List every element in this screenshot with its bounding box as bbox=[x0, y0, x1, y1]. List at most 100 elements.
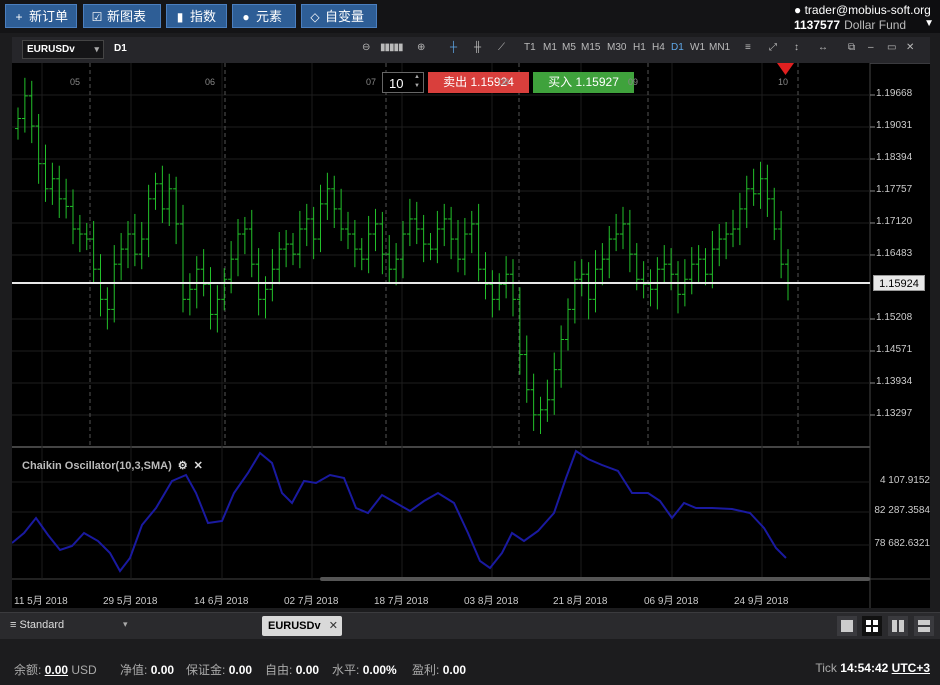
maximize-icon[interactable]: ▭ bbox=[887, 42, 896, 53]
period-label: 07 bbox=[366, 77, 377, 87]
close-indicator-icon[interactable]: ✕ bbox=[194, 460, 203, 472]
chart-window: EURUSDv ▾ D1 ⊖ ▮▮▮▮▮ ⊕ ┼ ╫ ⟋ T1 M1 M5 M15 M30… bbox=[12, 37, 930, 608]
timeframe-label: D1 bbox=[114, 43, 127, 54]
date-axis-label: 29 5月 2018 bbox=[103, 596, 158, 607]
price-axis-label: 1.13934 bbox=[876, 376, 913, 387]
account-dropdown-icon[interactable]: ▼ bbox=[924, 18, 934, 29]
equity-field: 净值: 0.00 bbox=[120, 663, 175, 677]
period-label: 06 bbox=[205, 77, 216, 87]
price-axis-label: 1.17757 bbox=[876, 183, 913, 195]
variables-button[interactable]: ◇ 自变量 bbox=[301, 4, 377, 28]
timeframe-t1[interactable]: T1 bbox=[524, 42, 536, 53]
symbol-select[interactable]: EURUSDv ▾ bbox=[22, 40, 104, 59]
date-axis-label: 06 9月 2018 bbox=[644, 596, 699, 607]
account-user: trader@mobius-soft.org bbox=[804, 3, 931, 17]
new-order-button[interactable]: + 新订单 bbox=[5, 4, 77, 28]
timeframe-w1[interactable]: W1 bbox=[690, 42, 705, 53]
price-axis-label: 1.19668 bbox=[876, 87, 913, 99]
timeframe-m15[interactable]: M15 bbox=[581, 42, 600, 53]
chart-background bbox=[12, 63, 870, 579]
minimize-icon[interactable]: – bbox=[868, 42, 874, 53]
current-price-tag: 1.15924 bbox=[873, 275, 925, 291]
new-chart-button[interactable]: ☑ 新图表 bbox=[83, 4, 161, 28]
horizontal-line-icon[interactable]: ↔ bbox=[818, 42, 828, 53]
timeframe-h4[interactable]: H4 bbox=[652, 42, 665, 53]
period-label: 10 bbox=[778, 77, 789, 87]
date-axis-label: 11 5月 2018 bbox=[14, 596, 68, 607]
horizontal-scrollbar[interactable] bbox=[320, 577, 870, 581]
close-icon[interactable]: ✕ bbox=[906, 42, 914, 53]
diamond-icon: ◇ bbox=[310, 10, 320, 24]
vertical-line-icon[interactable]: ↕ bbox=[794, 42, 799, 53]
level-field: 水平: 0.00% bbox=[332, 663, 397, 677]
zoom-slider[interactable]: ▮▮▮▮▮ bbox=[380, 42, 403, 53]
layout-single-icon[interactable] bbox=[837, 616, 857, 636]
sell-button[interactable]: 卖出 1.15924 bbox=[428, 72, 529, 93]
stepper-icon[interactable]: ▲ ▼ bbox=[414, 73, 420, 91]
trendline-icon[interactable]: ⤢ bbox=[769, 42, 777, 53]
timeframe-mn1[interactable]: MN1 bbox=[709, 42, 730, 53]
popout-icon[interactable]: ⧉ bbox=[848, 42, 855, 53]
period-label: 08 bbox=[499, 77, 510, 87]
gear-icon[interactable]: ⚙ bbox=[178, 460, 188, 472]
workspace-select[interactable]: ≡ Standard ▾ bbox=[10, 619, 128, 631]
zoom-in-icon[interactable]: ⊕ bbox=[417, 42, 425, 53]
chart-toolbar: EURUSDv ▾ D1 ⊖ ▮▮▮▮▮ ⊕ ┼ ╫ ⟋ T1 M1 M5 M15 M30… bbox=[12, 37, 930, 64]
bar-chart-type-icon[interactable]: ┼ bbox=[450, 42, 457, 53]
oscillator-axis-label: 78 682.6321 bbox=[874, 538, 930, 549]
date-axis-label: 21 8月 2018 bbox=[553, 596, 608, 607]
price-axis-label: 1.15208 bbox=[876, 312, 913, 324]
oscillator-axis-label: 82 287.3584 bbox=[874, 505, 930, 516]
date-axis-label: 24 9月 2018 bbox=[734, 596, 789, 607]
layout-rows-icon[interactable] bbox=[914, 616, 934, 636]
buy-button[interactable]: 买入 1.15927 bbox=[533, 72, 634, 93]
oscillator-axis-label: 4 107.9152 bbox=[879, 475, 930, 486]
zoom-out-icon[interactable]: ⊖ bbox=[362, 42, 370, 53]
indicator-icon[interactable]: ≡ bbox=[745, 42, 751, 53]
price-axis-label: 1.17120 bbox=[876, 215, 913, 227]
free-field: 自由: 0.00 bbox=[265, 663, 320, 677]
date-axis-label: 02 7月 2018 bbox=[284, 596, 339, 607]
elements-button[interactable]: ● 元素 bbox=[232, 4, 296, 28]
date-axis-label: 03 8月 2018 bbox=[464, 596, 519, 607]
chevron-down-icon: ▾ bbox=[94, 44, 99, 54]
indices-button[interactable]: ▮ 指数 bbox=[166, 4, 227, 28]
indicator-title: Chaikin Oscillator(10,3,SMA) ⚙ ✕ bbox=[22, 460, 203, 472]
timeframe-h1[interactable]: H1 bbox=[633, 42, 646, 53]
bar-chart-icon: ▮ bbox=[176, 10, 184, 24]
tab-bar: ≡ Standard ▾ EURUSDv ✕ bbox=[0, 612, 940, 639]
layout-grid-icon[interactable] bbox=[862, 616, 882, 636]
account-fund: Dollar Fund bbox=[844, 18, 907, 32]
profit-field: 盈利: 0.00 bbox=[412, 663, 467, 677]
user-icon: ● bbox=[794, 3, 802, 17]
line-chart-type-icon[interactable]: ⟋ bbox=[498, 42, 505, 53]
account-number: 1137577 bbox=[794, 18, 841, 32]
timeframe-m30[interactable]: M30 bbox=[607, 42, 626, 53]
date-axis-label: 14 6月 2018 bbox=[194, 596, 249, 607]
date-axis-label: 18 7月 2018 bbox=[374, 596, 429, 607]
timeframe-d1[interactable]: D1 bbox=[671, 42, 684, 53]
margin-field: 保证金: 0.00 bbox=[186, 663, 253, 677]
menu-icon: ≡ bbox=[10, 619, 17, 631]
status-bar: 余额: 0.00 USD 净值: 0.00 保证金: 0.00 自由: 0.00… bbox=[0, 650, 940, 685]
price-chart[interactable] bbox=[12, 63, 930, 608]
price-axis-label: 1.13297 bbox=[876, 408, 913, 419]
price-axis-label: 1.18394 bbox=[876, 151, 913, 163]
timezone-select[interactable]: UTC+3 bbox=[892, 661, 930, 675]
candle-chart-type-icon[interactable]: ╫ bbox=[474, 42, 481, 53]
price-axis-label: 1.19031 bbox=[876, 119, 913, 131]
tab-eurusdv[interactable]: EURUSDv ✕ bbox=[262, 616, 342, 636]
order-quantity-input[interactable]: 10 ▲ ▼ bbox=[382, 72, 424, 93]
chart-icon: ☑ bbox=[91, 10, 103, 24]
layout-columns-icon[interactable] bbox=[888, 616, 908, 636]
timeframe-m1[interactable]: M1 bbox=[543, 42, 557, 53]
main-toolbar: + 新订单 ☑ 新图表 ▮ 指数 ● 元素 ◇ 自变量 ● trader@mobius-s… bbox=[0, 0, 940, 33]
elements-icon: ● bbox=[242, 10, 250, 24]
account-panel[interactable]: ● trader@mobius-soft.org 1137577 Dollar F… bbox=[790, 0, 940, 33]
timeframe-m5[interactable]: M5 bbox=[562, 42, 576, 53]
close-tab-icon[interactable]: ✕ bbox=[329, 616, 338, 636]
price-axis-label: 1.16483 bbox=[876, 247, 913, 259]
balance-field: 余额: 0.00 USD bbox=[14, 663, 97, 677]
price-axis-label: 1.14571 bbox=[876, 344, 913, 355]
server-time: Tick 14:54:42 UTC+3 bbox=[815, 661, 930, 675]
